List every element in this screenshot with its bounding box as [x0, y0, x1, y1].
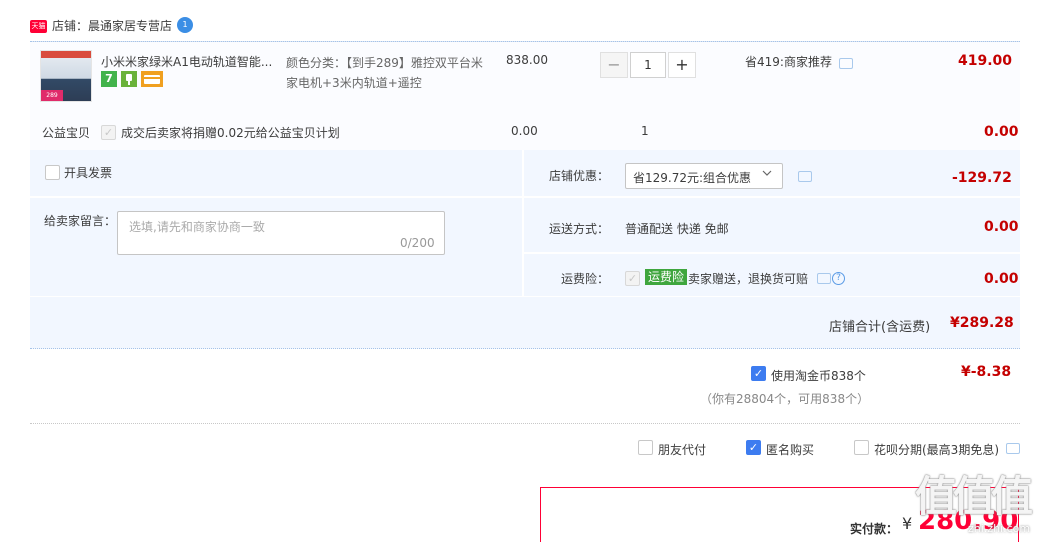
shipping-value: 普通配送 快递 免邮 [625, 222, 729, 236]
item-thumbnail[interactable]: 289 [40, 50, 92, 102]
insurance-checkbox: ✓ [625, 271, 640, 286]
insurance-label: 运费险： [561, 272, 610, 286]
anonymous-label: 匿名购买 [766, 443, 815, 457]
thumb-price-badge: 289 [41, 90, 63, 101]
taojinbi-amount: ¥-8.38 [961, 364, 1012, 380]
wangwang-chat-icon[interactable]: 1 [177, 17, 193, 33]
shop-discount-label: 店铺优惠： [549, 169, 610, 183]
quantity-increase-button[interactable]: + [668, 52, 696, 78]
insurance-amount: 0.00 [984, 271, 1019, 287]
invoice-checkbox[interactable] [45, 165, 60, 180]
item-unit-price: 838.00 [506, 53, 548, 67]
thumb-banner [41, 51, 91, 58]
quantity-input[interactable]: 1 [630, 52, 666, 78]
anonymous-checkbox[interactable]: ✓ [746, 440, 761, 455]
shop-discount-amount: -129.72 [952, 170, 1012, 186]
watermark-text: zhi.zhi.com [968, 522, 1031, 535]
welfare-price: 0.00 [511, 124, 538, 138]
welfare-text: 成交后卖家将捐赠0.02元给公益宝贝计划 [121, 126, 340, 140]
smart-home-icon [121, 71, 137, 87]
friend-pay-checkbox[interactable] [638, 440, 653, 455]
watermark-logo: 值值值 [915, 472, 1033, 521]
welfare-label: 公益宝贝 [42, 126, 91, 140]
shop-discount-selected: 省129.72元:组合优惠 [633, 171, 752, 185]
message-label: 给卖家留言： [44, 214, 117, 228]
huabei-label: 花呗分期(最高3期免息) [874, 443, 999, 457]
item-total-price: 419.00 [958, 53, 1013, 69]
row-divider [524, 252, 1020, 254]
insurance-text: 卖家赠送，退换货可赔 [688, 272, 809, 286]
message-char-count: 0/200 [400, 236, 435, 250]
welfare-qty: 1 [641, 124, 649, 138]
quantity-decrease-button[interactable]: − [600, 52, 628, 78]
friend-pay-label: 朋友代付 [658, 443, 707, 457]
taojinbi-checkbox[interactable]: ✓ [751, 366, 766, 381]
chevron-down-icon [761, 167, 773, 182]
credit-card-icon [141, 71, 163, 87]
welfare-checkbox: ✓ [101, 125, 116, 140]
insurance-info-icon[interactable] [817, 273, 831, 284]
discount-info-icon[interactable] [798, 171, 812, 182]
row-divider [30, 196, 522, 198]
shop-name-link[interactable]: 店铺：晨通家居专营店 [52, 17, 172, 34]
item-discount-note: 省419:商家推荐 [745, 55, 832, 69]
question-mark-icon[interactable]: ? [832, 272, 845, 285]
discount-info-icon[interactable] [839, 58, 853, 69]
item-title-link[interactable]: 小米米家绿米A1电动轨道智能... [101, 53, 276, 70]
payment-label: 实付款： [850, 522, 899, 536]
welfare-total: 0.00 [984, 124, 1019, 140]
shipping-label: 运送方式： [549, 222, 610, 236]
huabei-info-icon[interactable] [1006, 443, 1020, 454]
tmall-badge: 天猫 [30, 20, 47, 33]
seven-day-return-icon: 7 [101, 71, 117, 87]
shop-total-amount: ¥289.28 [950, 315, 1014, 331]
divider [30, 423, 1020, 424]
invoice-label: 开具发票 [64, 166, 113, 180]
shipping-amount: 0.00 [984, 219, 1019, 235]
row-divider [524, 196, 1020, 198]
shop-total-label: 店铺合计(含运费) [829, 320, 931, 335]
message-placeholder: 选填,请先和商家协商一致 [129, 220, 265, 234]
item-sku: 颜色分类：【到手289】雅控双平台米家电机+3米内轨道+遥控 [286, 56, 483, 90]
payment-currency: ¥ [902, 514, 913, 533]
taojinbi-balance: （你有28804个，可用838个） [700, 392, 870, 406]
taojinbi-label: 使用淘金币838个 [771, 369, 866, 383]
insurance-tag: 运费险 [645, 269, 688, 285]
huabei-checkbox[interactable] [854, 440, 869, 455]
